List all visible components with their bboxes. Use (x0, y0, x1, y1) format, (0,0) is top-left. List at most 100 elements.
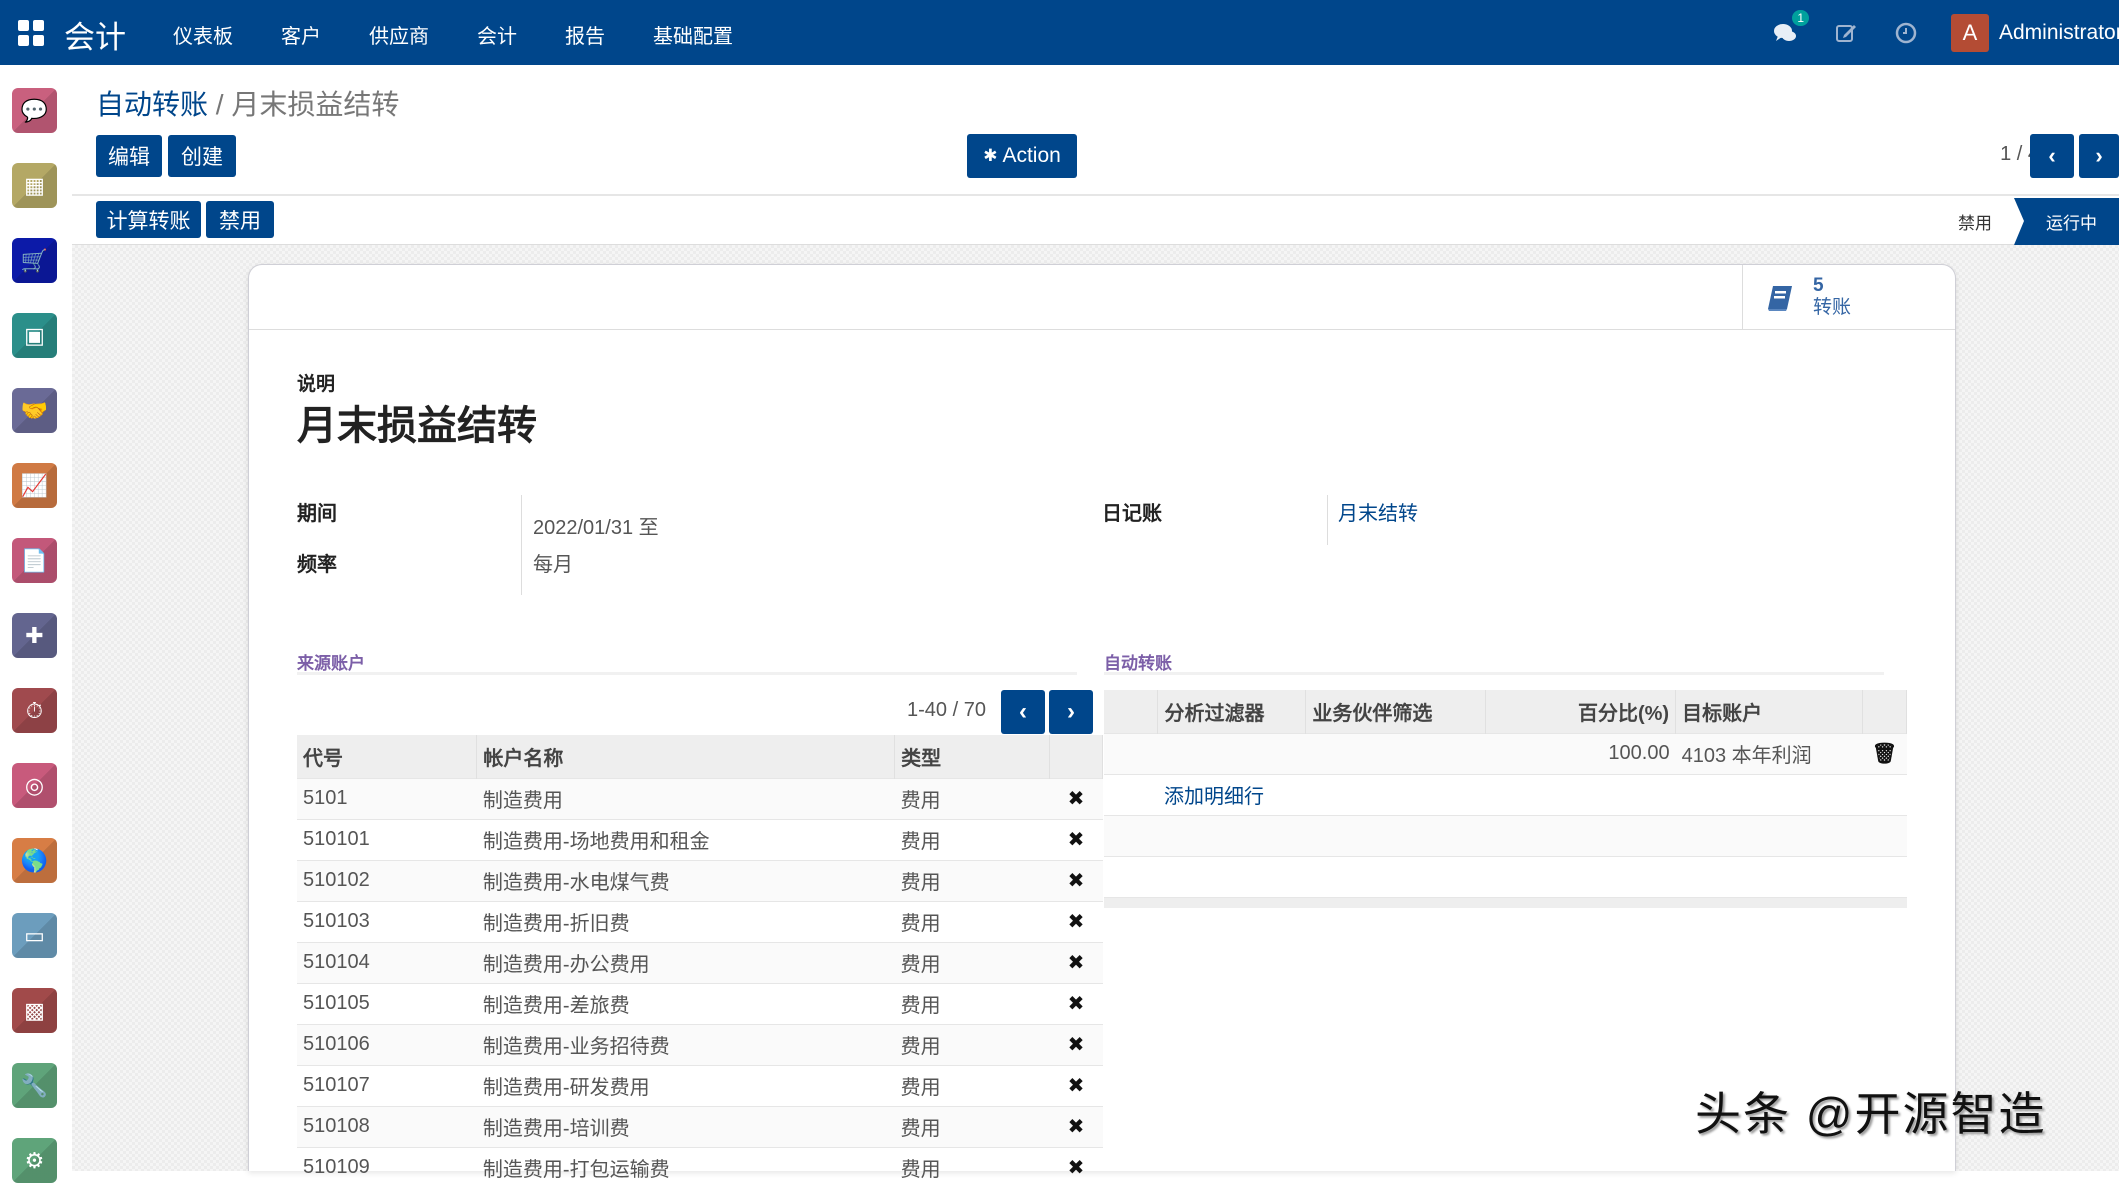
sidebar-app-technical[interactable]: ⚙ (12, 1138, 57, 1183)
table-row[interactable]: 510103 制造费用-折旧费 费用 ✖ (297, 900, 1103, 942)
table-row[interactable]: 5101 制造费用 费用 ✖ (297, 777, 1103, 819)
cell-account-name[interactable]: 制造费用-研发费用 (476, 1064, 895, 1106)
sidebar-app-sales[interactable]: 🛒 (12, 238, 57, 283)
sidebar-app-contacts[interactable]: ▣ (12, 313, 57, 358)
cell-analytic[interactable] (1157, 732, 1306, 774)
col-code[interactable]: 代号 (297, 735, 478, 778)
table-row[interactable]: 510101 制造费用-场地费用和租金 费用 ✖ (297, 818, 1103, 860)
col-type[interactable]: 类型 (894, 735, 1050, 778)
col-analytic-filter[interactable]: 分析过滤器 (1157, 690, 1307, 733)
cell-account-name[interactable]: 制造费用-水电煤气费 (476, 859, 895, 901)
sidebar-app-payments[interactable]: ▭ (12, 913, 57, 958)
table-row[interactable]: 510104 制造费用-办公费用 费用 ✖ (297, 941, 1103, 983)
col-percent[interactable]: 百分比(%) (1485, 690, 1677, 733)
cell-percent[interactable]: 100.00 (1485, 732, 1676, 774)
status-disabled[interactable]: 禁用 (1936, 209, 2014, 234)
cell-type[interactable]: 费用 (894, 777, 1050, 819)
cell-type[interactable]: 费用 (894, 859, 1050, 901)
cell-partner[interactable] (1305, 732, 1486, 774)
breadcrumb-parent[interactable]: 自动转账 (96, 89, 208, 120)
col-target-account[interactable]: 目标账户 (1675, 690, 1863, 733)
cell-account-name[interactable]: 制造费用-培训费 (476, 1105, 895, 1147)
user-avatar[interactable]: A (1951, 13, 1989, 52)
edit-button[interactable]: 编辑 (96, 135, 162, 177)
cell-account-name[interactable]: 制造费用-场地费用和租金 (476, 818, 895, 860)
journal-value[interactable]: 月末结转 (1338, 497, 1418, 526)
col-partner-filter[interactable]: 业务伙伴筛选 (1305, 690, 1487, 733)
cell-type[interactable]: 费用 (894, 1146, 1050, 1188)
chat-icon[interactable]: 1 (1771, 9, 1809, 48)
sidebar-app-crm[interactable]: 🤝 (12, 388, 57, 433)
sidebar-app-apps[interactable]: ✚ (12, 613, 57, 658)
disable-button[interactable]: 禁用 (206, 201, 274, 238)
remove-icon[interactable]: ✖ (1049, 1105, 1103, 1147)
remove-icon[interactable]: ✖ (1049, 1064, 1103, 1106)
remove-icon[interactable]: ✖ (1049, 777, 1103, 819)
menu-dashboard[interactable]: 仪表板 (173, 20, 233, 49)
remove-icon[interactable]: ✖ (1049, 1146, 1103, 1188)
menu-reporting[interactable]: 报告 (565, 20, 605, 49)
menu-configuration[interactable]: 基础配置 (653, 20, 733, 49)
cell-account-name[interactable]: 制造费用-打包运输费 (476, 1146, 895, 1188)
table-row[interactable]: 510105 制造费用-差旅费 费用 ✖ (297, 982, 1103, 1024)
cell-code[interactable]: 510104 (297, 941, 477, 983)
app-brand[interactable]: 会计 (64, 12, 126, 57)
cell-code[interactable]: 510103 (297, 900, 477, 942)
trash-icon[interactable]: 🗑 (1862, 732, 1907, 774)
menu-customers[interactable]: 客户 (281, 20, 321, 49)
pager-next-button[interactable]: › (2079, 134, 2119, 178)
clock-icon[interactable] (1891, 18, 1921, 48)
create-button[interactable]: 创建 (168, 135, 236, 177)
apps-menu-icon[interactable] (18, 20, 44, 46)
cell-type[interactable]: 费用 (894, 1023, 1050, 1065)
table-row[interactable]: 100.00 4103 本年利润 🗑 (1104, 732, 1907, 774)
remove-icon[interactable]: ✖ (1049, 1023, 1103, 1065)
sidebar-app-reporting[interactable]: 📈 (12, 463, 57, 508)
cell-code[interactable]: 510105 (297, 982, 477, 1024)
table-row[interactable]: 510109 制造费用-打包运输费 费用 ✖ (297, 1146, 1103, 1188)
cell-account-name[interactable]: 制造费用-办公费用 (476, 941, 895, 983)
sidebar-app-website[interactable]: 🌎 (12, 838, 57, 883)
cell-type[interactable]: 费用 (894, 818, 1050, 860)
edit-note-icon[interactable] (1831, 18, 1861, 48)
source-pager[interactable]: 1-40 / 70 (907, 699, 986, 722)
cell-code[interactable]: 510108 (297, 1105, 477, 1147)
remove-icon[interactable]: ✖ (1049, 859, 1103, 901)
status-running[interactable]: 运行中 (2014, 198, 2119, 245)
action-button[interactable]: ✱ Action (967, 134, 1077, 178)
remove-icon[interactable]: ✖ (1049, 941, 1103, 983)
sidebar-app-helpdesk[interactable]: ◎ (12, 763, 57, 808)
cell-code[interactable]: 5101 (297, 777, 477, 819)
add-line-link[interactable]: 添加明细行 (1157, 773, 1907, 815)
cell-code[interactable]: 510106 (297, 1023, 477, 1065)
menu-accounting[interactable]: 会计 (477, 20, 517, 49)
cell-type[interactable]: 费用 (894, 941, 1050, 983)
table-row[interactable]: 510108 制造费用-培训费 费用 ✖ (297, 1105, 1103, 1147)
period-value[interactable]: 2022/01/31 至 (533, 511, 659, 540)
cell-code[interactable]: 510109 (297, 1146, 477, 1188)
cell-account-name[interactable]: 制造费用 (476, 777, 895, 819)
remove-icon[interactable]: ✖ (1049, 982, 1103, 1024)
col-account-name[interactable]: 帐户名称 (476, 735, 896, 778)
remove-icon[interactable]: ✖ (1049, 900, 1103, 942)
cell-type[interactable]: 费用 (894, 1105, 1050, 1147)
source-prev-button[interactable]: ‹ (1001, 690, 1045, 734)
cell-code[interactable]: 510107 (297, 1064, 477, 1106)
cell-type[interactable]: 费用 (894, 900, 1050, 942)
sidebar-app-settings[interactable]: 🔧 (12, 1063, 57, 1108)
cell-code[interactable]: 510102 (297, 859, 477, 901)
transfers-stat-button[interactable]: 5 转账 (1742, 265, 1955, 330)
compute-transfer-button[interactable]: 计算转账 (96, 201, 201, 238)
cell-type[interactable]: 费用 (894, 982, 1050, 1024)
sidebar-app-documents[interactable]: 📄 (12, 538, 57, 583)
table-row[interactable]: 510106 制造费用-业务招待费 费用 ✖ (297, 1023, 1103, 1065)
sidebar-app-inventory[interactable]: ▩ (12, 988, 57, 1033)
sidebar-app-calendar[interactable]: ▦ (12, 163, 57, 208)
source-next-button[interactable]: › (1049, 690, 1093, 734)
remove-icon[interactable]: ✖ (1049, 818, 1103, 860)
sidebar-app-discuss[interactable]: 💬 (12, 88, 57, 133)
cell-account-name[interactable]: 制造费用-业务招待费 (476, 1023, 895, 1065)
menu-vendors[interactable]: 供应商 (369, 20, 429, 49)
table-row[interactable]: 510102 制造费用-水电煤气费 费用 ✖ (297, 859, 1103, 901)
cell-account-name[interactable]: 制造费用-折旧费 (476, 900, 895, 942)
